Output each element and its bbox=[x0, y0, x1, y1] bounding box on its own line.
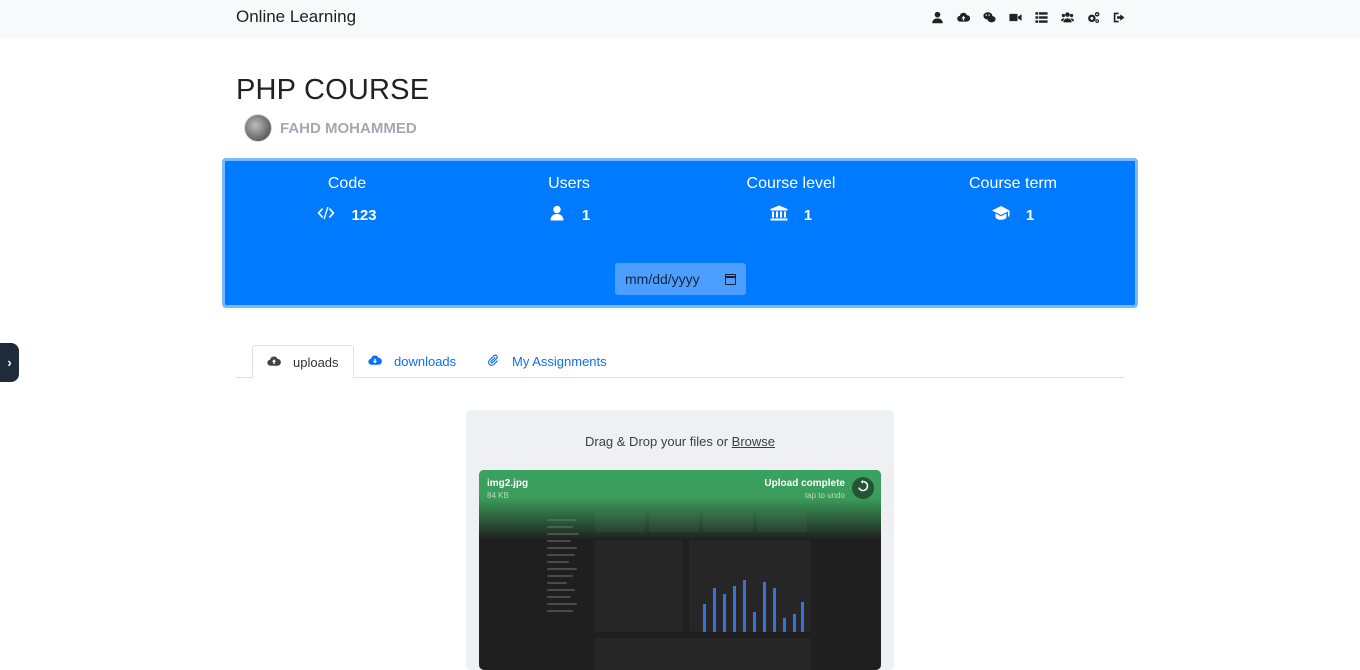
chat-icon[interactable] bbox=[976, 9, 1002, 25]
course-author: FAHD MOHAMMED bbox=[244, 114, 417, 142]
settings-icon[interactable] bbox=[1080, 9, 1106, 25]
graduation-cap-icon bbox=[991, 205, 1010, 225]
course-title: PHP COURSE bbox=[236, 74, 430, 106]
stat-value: 123 bbox=[351, 206, 377, 224]
brand-title[interactable]: Online Learning bbox=[236, 7, 356, 27]
stat-value: 1 bbox=[803, 206, 813, 224]
cloud-icon[interactable] bbox=[950, 9, 976, 25]
top-navbar: Online Learning bbox=[0, 0, 1360, 38]
calendar-icon[interactable] bbox=[725, 273, 736, 285]
code-icon bbox=[317, 205, 335, 225]
stat-label: Course level bbox=[746, 175, 836, 192]
undo-icon bbox=[857, 479, 869, 497]
tab-my-assignments[interactable]: My Assignments bbox=[472, 345, 621, 378]
cloud-download-icon bbox=[368, 354, 382, 369]
undo-hint: tap to undo bbox=[804, 491, 845, 500]
chevron-right-icon: › bbox=[7, 355, 12, 370]
cloud-upload-icon bbox=[267, 355, 281, 370]
navbar-icons bbox=[924, 9, 1132, 25]
date-placeholder: mm/dd/yyyy bbox=[625, 271, 700, 287]
stat-label: Course term bbox=[968, 175, 1058, 192]
stat-course-level: Course level 1 bbox=[691, 175, 891, 225]
browse-link[interactable]: Browse bbox=[732, 434, 775, 449]
logout-icon[interactable] bbox=[1106, 9, 1132, 25]
video-icon[interactable] bbox=[1002, 9, 1028, 25]
user-icon[interactable] bbox=[924, 9, 950, 25]
course-tabs: uploads downloads My Assignments bbox=[236, 345, 1124, 379]
stat-value: 1 bbox=[581, 206, 591, 224]
upload-status: Upload complete bbox=[764, 478, 845, 489]
paperclip-icon bbox=[486, 354, 500, 369]
author-name: FAHD MOHAMMED bbox=[280, 119, 417, 137]
avatar bbox=[244, 114, 272, 142]
institution-icon bbox=[770, 205, 788, 225]
stat-label: Code bbox=[327, 175, 367, 192]
users-icon[interactable] bbox=[1054, 9, 1080, 25]
drop-instructions: Drag & Drop your files or Browse bbox=[466, 434, 894, 449]
tab-label: uploads bbox=[293, 354, 339, 370]
date-input[interactable]: mm/dd/yyyy bbox=[615, 263, 746, 295]
tab-label: My Assignments bbox=[512, 354, 607, 369]
drop-text: Drag & Drop your files or bbox=[584, 434, 732, 449]
uploaded-file-card: img2.jpg 84 KB Upload complete tap to un… bbox=[479, 470, 881, 670]
stat-value: 1 bbox=[1025, 206, 1035, 224]
stat-label: Users bbox=[548, 175, 590, 192]
tab-uploads[interactable]: uploads bbox=[252, 345, 354, 379]
stat-code: Code 123 bbox=[247, 175, 447, 225]
undo-upload-button[interactable] bbox=[852, 477, 874, 499]
file-size: 84 KB bbox=[487, 491, 509, 500]
stat-users: Users 1 bbox=[469, 175, 669, 225]
tab-label: downloads bbox=[394, 354, 457, 369]
tab-downloads[interactable]: downloads bbox=[354, 345, 470, 378]
course-info-card: Code 123 Users 1 Course level 1 Course t… bbox=[222, 158, 1138, 308]
file-name: img2.jpg bbox=[487, 478, 529, 489]
sidebar-toggle-button[interactable]: › bbox=[0, 343, 19, 382]
file-drop-zone[interactable]: Drag & Drop your files or Browse img2.jp… bbox=[466, 410, 894, 670]
user-icon bbox=[548, 205, 566, 225]
list-icon[interactable] bbox=[1028, 9, 1054, 25]
stat-course-term: Course term 1 bbox=[913, 175, 1113, 225]
